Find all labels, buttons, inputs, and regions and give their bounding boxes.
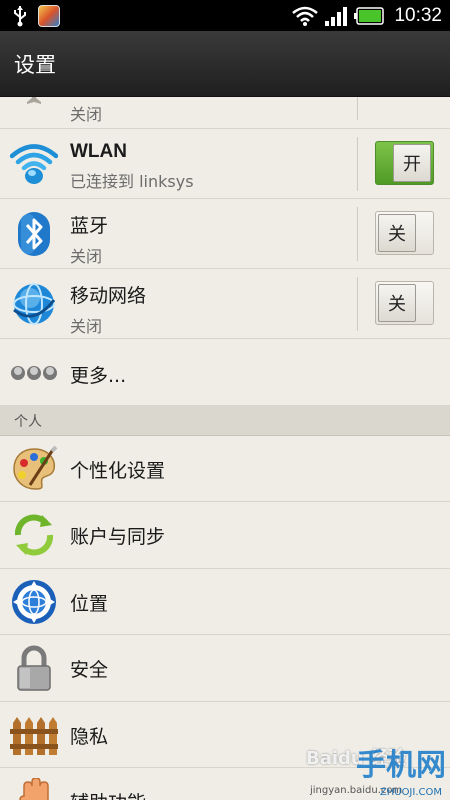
status-bar: 10:32 — [0, 0, 450, 31]
personalize-label: 个性化设置 — [70, 460, 166, 482]
security-label: 安全 — [70, 659, 109, 681]
toggle-knob: 开 — [393, 144, 431, 182]
row-divider — [357, 277, 358, 331]
wlan-status: 已连接到 linksys — [70, 172, 194, 191]
settings-row-security[interactable]: 安全 — [0, 635, 450, 702]
signal-icon — [325, 6, 348, 26]
privacy-label: 隐私 — [70, 726, 109, 748]
settings-row-privacy[interactable]: 隐私 — [0, 702, 450, 768]
settings-row-mobile-network[interactable]: 移动网络 关闭 关 — [0, 269, 450, 339]
wifi-icon — [292, 6, 319, 26]
palette-icon — [10, 445, 58, 493]
settings-row-personalize[interactable]: 个性化设置 — [0, 436, 450, 502]
settings-row-accessibility[interactable]: 辅助功能 — [0, 768, 450, 800]
location-label: 位置 — [70, 593, 109, 615]
row-divider — [357, 97, 358, 120]
mobile-network-label: 移动网络 — [70, 285, 147, 307]
padlock-icon — [10, 644, 58, 692]
globe-network-icon — [10, 280, 58, 328]
section-header-personal: 个人 — [0, 406, 450, 436]
more-dots-icon — [10, 349, 58, 397]
settings-row-accounts-sync[interactable]: 账户与同步 — [0, 502, 450, 569]
settings-row-more[interactable]: 更多... — [0, 339, 450, 406]
toggle-knob: 关 — [378, 214, 416, 252]
location-compass-icon — [10, 578, 58, 626]
fence-icon — [10, 711, 58, 759]
app-notification-icon — [38, 4, 60, 27]
wlan-label: WLAN — [70, 141, 127, 162]
settings-list[interactable]: 关闭 关 WLAN 已连接到 linksys 开 — [0, 97, 450, 800]
bluetooth-icon — [10, 210, 58, 258]
battery-icon — [354, 6, 385, 25]
usb-icon — [14, 5, 26, 26]
clock: 10:32 — [394, 4, 442, 26]
mobile-network-status: 关闭 — [70, 317, 103, 336]
accessibility-label: 辅助功能 — [70, 788, 146, 800]
settings-row-location[interactable]: 位置 — [0, 569, 450, 635]
bluetooth-toggle[interactable]: 关 — [375, 211, 434, 255]
page-title: 设置 — [14, 52, 56, 77]
bluetooth-label: 蓝牙 — [70, 215, 109, 237]
wlan-toggle[interactable]: 开 — [375, 141, 434, 185]
row-divider — [357, 207, 358, 261]
airplane-status: 关闭 — [70, 105, 103, 124]
wifi-settings-icon — [10, 139, 58, 187]
accounts-sync-label: 账户与同步 — [70, 526, 166, 548]
more-label: 更多... — [70, 365, 127, 387]
toggle-knob: 关 — [378, 284, 416, 322]
settings-row-bluetooth[interactable]: 蓝牙 关闭 关 — [0, 199, 450, 269]
section-header-label: 个人 — [14, 413, 42, 430]
title-bar: 设置 — [0, 31, 450, 97]
sync-icon — [10, 511, 58, 559]
row-divider — [357, 137, 358, 191]
settings-row-airplane[interactable]: 关闭 关 — [0, 97, 450, 129]
hand-icon — [10, 778, 58, 800]
mobile-network-toggle[interactable]: 关 — [375, 281, 434, 325]
bluetooth-status: 关闭 — [70, 247, 103, 266]
airplane-icon — [10, 97, 58, 110]
settings-row-wlan[interactable]: WLAN 已连接到 linksys 开 — [0, 129, 450, 199]
